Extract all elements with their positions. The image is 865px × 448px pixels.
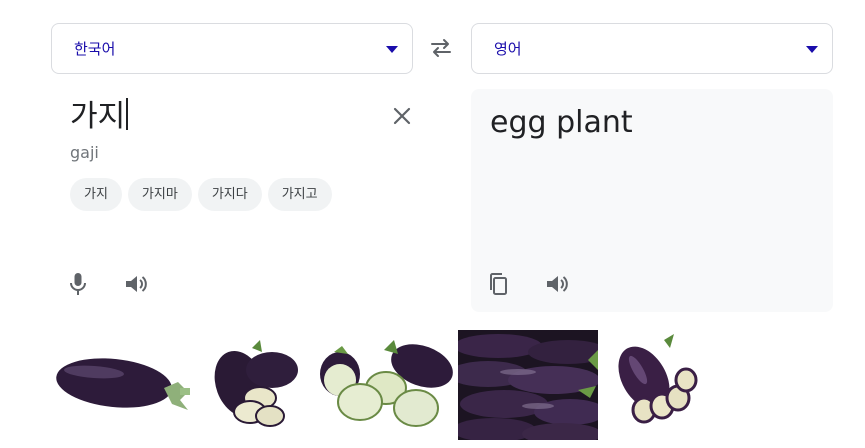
listen-translation-button[interactable] — [543, 270, 571, 298]
voice-input-button[interactable] — [64, 270, 92, 298]
mic-icon — [70, 273, 86, 295]
source-language-label: 한국어 — [74, 40, 116, 58]
eggplant-image-4[interactable] — [458, 330, 598, 440]
copy-icon — [490, 273, 507, 295]
suggestion-chip[interactable]: 가지마 — [127, 178, 192, 211]
source-romanization: gaji — [70, 143, 99, 162]
suggestion-chips: 가지 가지마 가지다 가지고 — [70, 178, 332, 211]
eggplant-image-2[interactable] — [202, 330, 302, 440]
eggplant-image-1[interactable] — [52, 330, 192, 440]
speaker-icon — [126, 276, 147, 292]
suggestion-chip[interactable]: 가지다 — [197, 178, 262, 211]
suggestion-chip[interactable]: 가지 — [70, 178, 122, 211]
clear-source-button[interactable] — [389, 103, 415, 129]
chevron-down-icon — [386, 46, 398, 53]
chevron-down-icon — [806, 46, 818, 53]
target-language-label: 영어 — [494, 40, 522, 58]
source-text-input[interactable]: 가지 — [70, 96, 129, 138]
target-language-select[interactable]: 영어 — [471, 23, 833, 74]
translation-text: egg plant — [490, 105, 633, 140]
text-caret — [126, 98, 129, 130]
source-text-value: 가지 — [70, 99, 126, 134]
translation-output-panel: egg plant — [471, 89, 833, 312]
eggplant-image-5[interactable] — [608, 330, 704, 440]
close-icon — [393, 107, 411, 125]
source-language-select[interactable]: 한국어 — [51, 23, 413, 74]
eggplant-image-3[interactable] — [314, 330, 454, 440]
swap-languages-button[interactable] — [427, 36, 455, 60]
swap-icon — [431, 39, 451, 57]
copy-translation-button[interactable] — [485, 270, 513, 298]
listen-source-button[interactable] — [122, 270, 150, 298]
suggestion-chip[interactable]: 가지고 — [267, 178, 332, 211]
speaker-icon — [547, 276, 568, 292]
